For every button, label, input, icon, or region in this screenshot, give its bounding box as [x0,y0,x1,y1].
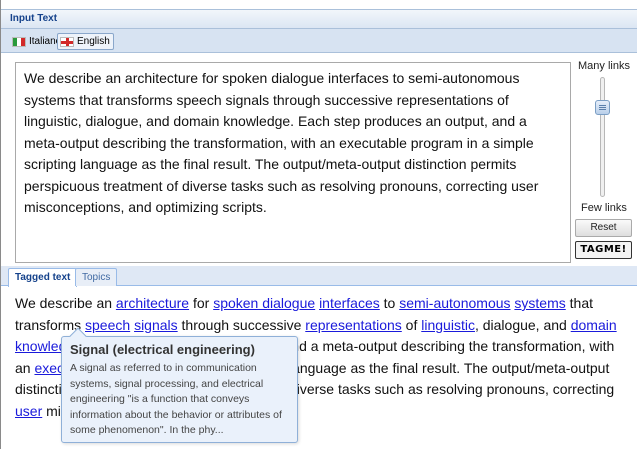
entity-link[interactable]: linguistic [421,317,475,333]
entity-link[interactable]: signals [134,317,178,333]
tab-topics[interactable]: Topics [75,268,118,286]
italy-flag-icon [12,36,26,47]
entity-link[interactable]: user [15,403,42,419]
link-density-slider-thumb[interactable] [595,100,610,115]
input-text-area[interactable]: We describe an architecture for spoken d… [15,62,571,263]
england-flag-icon [60,36,74,47]
tagme-button[interactable]: TAGME! [575,241,632,259]
link-density-slider-track[interactable] [600,77,605,197]
plain-text-segment: through successive [177,316,306,333]
language-label-english: English [77,36,110,47]
plain-text-segment: We describe an [15,295,116,311]
tooltip-body: A signal as referred to in communication… [70,362,282,436]
entity-link[interactable]: representations [305,317,402,333]
plain-text-segment: to [379,295,400,311]
language-toolbar: Italiano English [1,29,637,53]
output-tabs-bar: Tagged text Topics [1,266,637,287]
reset-button[interactable]: Reset [575,219,632,237]
entity-link[interactable]: interfaces [319,295,380,311]
plain-text-segment: of [401,316,422,333]
many-links-label: Many links [578,60,630,72]
entity-tooltip: Signal (electrical engineering) A signal… [61,327,298,443]
input-panel-title: Input Text [10,13,58,24]
language-option-english[interactable]: English [57,33,114,50]
tab-tagged-text[interactable]: Tagged text [8,268,78,287]
input-panel-header: Input Text [1,9,637,29]
entity-link[interactable]: semi-autonomous [399,295,510,311]
tooltip-title: Signal (electrical engineering) [70,342,255,357]
plain-text-segment: for [189,295,214,311]
plain-text-segment: , dialogue, and [474,316,571,333]
few-links-label: Few links [581,202,627,214]
entity-link[interactable]: speech [85,317,130,333]
entity-link[interactable]: systems [514,295,565,311]
entity-link[interactable]: spoken dialogue [213,295,315,311]
entity-link[interactable]: architecture [116,295,189,311]
window-left-border [0,0,1,449]
